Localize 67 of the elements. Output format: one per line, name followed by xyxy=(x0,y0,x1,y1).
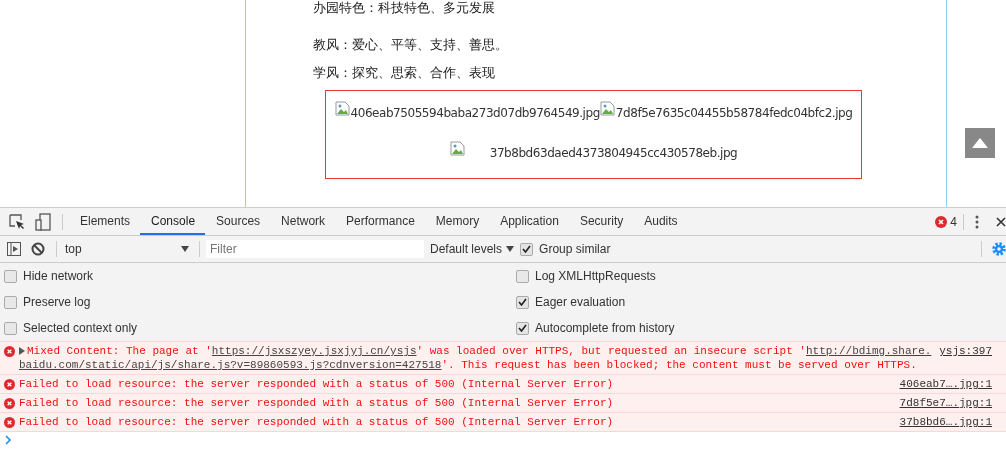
devtools-tab[interactable]: Elements xyxy=(69,208,141,235)
devtools-tab[interactable]: Security xyxy=(568,208,634,235)
source-link[interactable]: 7d8f5e7….jpg:1 xyxy=(899,396,992,410)
dropdown-arrow-icon xyxy=(181,246,189,252)
broken-image-icon xyxy=(449,141,466,157)
error-icon xyxy=(4,417,15,428)
dropdown-arrow-icon xyxy=(506,246,515,252)
checkbox-label: Hide network xyxy=(23,269,94,283)
checkbox[interactable] xyxy=(516,321,529,335)
settings-icon[interactable] xyxy=(992,242,1006,256)
devtools-tab[interactable]: Console xyxy=(140,208,206,235)
error-icon xyxy=(4,398,15,409)
checkbox-label: Autocomplete from history xyxy=(535,321,675,335)
message-text: Failed to load resource: the server responded with a status of 500 (Internal Server Error) xyxy=(19,415,614,429)
message-text: Failed to load resource: the server responded with a status of 500 (Internal Server Error) xyxy=(19,396,614,410)
checkbox-label: Eager evaluation xyxy=(535,295,626,309)
levels-dropdown[interactable]: Default levels xyxy=(424,242,521,256)
image-alt-text: 37b8bd63daed4373804945cc430578eb.jpg xyxy=(489,145,738,161)
more-menu-icon[interactable] xyxy=(975,214,979,229)
error-icon xyxy=(4,346,15,357)
image-alt-text: 406eab7505594baba273d07db9764549.jpg xyxy=(350,105,600,121)
error-icon xyxy=(4,379,15,390)
message-text: Failed to load resource: the server responded with a status of 500 (Internal Server Error) xyxy=(19,377,614,391)
error-count[interactable]: 4 xyxy=(950,214,957,229)
filter-field[interactable]: Filter xyxy=(206,240,424,258)
broken-image-icon xyxy=(599,101,616,117)
checkbox[interactable] xyxy=(520,242,534,256)
prompt-chevron-icon xyxy=(5,435,12,445)
source-link[interactable]: ysjs:397 xyxy=(939,344,992,358)
expand-arrow-icon[interactable] xyxy=(19,347,25,355)
devtools-tab[interactable]: Sources xyxy=(205,208,271,235)
devtools-tab[interactable]: Audits xyxy=(633,208,688,235)
page-paragraph: 学风：探究、思索、合作、表现 xyxy=(313,64,495,82)
checkbox[interactable] xyxy=(4,269,17,283)
message-text: ' was loaded over HTTPS, but requested an insecure script ' xyxy=(416,344,806,358)
source-link[interactable]: 406eab7….jpg:1 xyxy=(899,377,992,391)
checkbox-label: Preserve log xyxy=(23,295,91,309)
scroll-to-top-button[interactable] xyxy=(965,128,995,158)
source-link[interactable]: 37b8bd6….jpg:1 xyxy=(899,415,992,429)
devtools-tab[interactable]: Performance xyxy=(335,208,425,235)
devtools-tab[interactable]: Application xyxy=(489,208,569,235)
message-text: Mixed Content: The page at ' xyxy=(27,344,212,358)
checkbox[interactable] xyxy=(516,269,529,283)
broken-image-icon xyxy=(334,101,351,117)
devtools-tab[interactable]: Network xyxy=(270,208,336,235)
clear-console-icon[interactable] xyxy=(31,242,45,256)
message-link[interactable]: baidu.com/static/api/js/share.js?v=89860593.js?cdnversion=427518 xyxy=(19,358,442,372)
page-paragraph: 办园特色：科技特色、多元发展 xyxy=(313,0,495,16)
checkbox-label: Log XMLHttpRequests xyxy=(535,269,656,283)
device-icon[interactable] xyxy=(35,212,51,231)
message-text: '. This request has been blocked; the content must be served over HTTPS. xyxy=(441,358,917,372)
error-icon xyxy=(935,215,948,228)
message-link[interactable]: https://jsxszyey.jsxjyj.cn/ysjs xyxy=(211,344,417,358)
inspect-icon[interactable] xyxy=(9,213,25,230)
checkbox-label: Group similar xyxy=(539,242,611,256)
up-triangle-icon xyxy=(972,138,988,148)
checkbox[interactable] xyxy=(4,295,17,309)
sidebar-toggle-icon[interactable] xyxy=(7,242,21,256)
close-icon[interactable] xyxy=(996,216,1006,227)
checkbox[interactable] xyxy=(4,321,17,335)
devtools-tab[interactable]: Memory xyxy=(424,208,490,235)
context-select[interactable]: top xyxy=(63,242,193,256)
image-alt-text: 7d8f5e7635c04455b58784fedc04bfc2.jpg xyxy=(615,105,853,121)
message-link[interactable]: http://bdimg.share. xyxy=(805,344,932,358)
page-paragraph: 教风：爱心、平等、支持、善思。 xyxy=(313,36,508,54)
checkbox-label: Selected context only xyxy=(23,321,138,335)
checkbox[interactable] xyxy=(516,295,529,309)
